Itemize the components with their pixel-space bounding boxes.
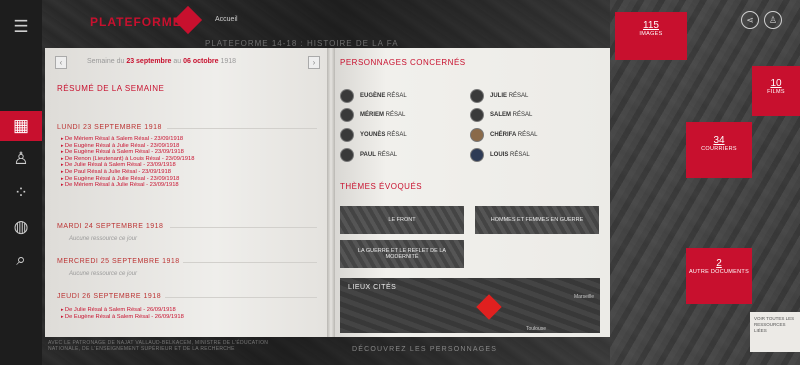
event-link[interactable]: De Julie Résal à Salem Résal - 26/09/191… — [61, 307, 184, 314]
day-title: LUNDI 23 SEPTEMBRE 1918 — [57, 124, 162, 131]
day-title: MARDI 24 SEPTEMBRE 1918 — [57, 223, 164, 230]
stat-courriers[interactable]: 34 COURRIERS — [686, 122, 752, 178]
search-icon[interactable]: ⌕ — [0, 245, 42, 275]
user-icon[interactable]: ♙ — [764, 11, 782, 29]
share-icon[interactable]: ⋖ — [741, 11, 759, 29]
divider — [167, 128, 317, 129]
week-navigator: ‹ Semaine du 23 septembre au 06 octobre … — [55, 56, 320, 70]
avatar — [470, 148, 484, 162]
divider — [183, 262, 317, 263]
divider — [165, 297, 317, 298]
stat-images[interactable]: 115 IMAGES — [615, 12, 687, 60]
menu-icon[interactable]: ☰ — [0, 12, 42, 42]
all-resources-link[interactable]: VOIR TOUTES LES RESSOURCES LIÉES — [750, 312, 800, 352]
avatar — [340, 128, 354, 142]
avatar — [340, 148, 354, 162]
week-start: 23 septembre — [126, 58, 172, 65]
theme-card-hommes-femmes[interactable]: HOMMES ET FEMMES EN GUERRE — [475, 206, 599, 234]
map-city-label: Marseille — [573, 294, 594, 300]
event-link[interactable]: De Mériem Résal à Salem Résal - 23/09/19… — [61, 136, 194, 143]
themes-title: THÈMES ÉVOQUÉS — [340, 182, 423, 191]
divider — [170, 227, 317, 228]
stat-autre-documents[interactable]: 2 AUTRE DOCUMENTS — [686, 248, 752, 304]
event-list: De Mériem Résal à Salem Résal - 23/09/19… — [61, 136, 195, 189]
person-louis[interactable]: LOUIS RÉSAL — [470, 147, 530, 163]
event-link[interactable]: De Eugène Résal à Julie Résal - 23/09/19… — [61, 143, 194, 150]
week-end: 06 octobre — [183, 58, 219, 65]
sidebar: ☰ ▦ ♙ ⁘ ◍ ⌕ — [0, 0, 42, 365]
week-range: Semaine du 23 septembre au 06 octobre 19… — [87, 58, 237, 65]
person-salem[interactable]: SALEM RÉSAL — [470, 107, 532, 123]
avatar — [340, 89, 354, 103]
book-left-page: ‹ Semaine du 23 septembre au 06 octobre … — [45, 48, 330, 337]
persons-title: PERSONNAGES CONCERNÉS — [340, 58, 466, 67]
brand-name[interactable]: PLATEFORME — [90, 15, 182, 29]
places-map[interactable]: LIEUX CITÉS Marseille Toulouse — [340, 278, 600, 333]
next-week-button[interactable]: › — [308, 56, 320, 69]
avatar — [470, 128, 484, 142]
avatar — [340, 108, 354, 122]
person-eugene[interactable]: EUGÈNE RÉSAL — [340, 88, 407, 104]
map-city-label: Toulouse — [526, 326, 547, 332]
prev-week-button[interactable]: ‹ — [55, 56, 67, 69]
event-link[interactable]: De Julie Résal à Salem Résal - 23/09/191… — [61, 162, 194, 169]
event-link[interactable]: De Eugène Résal à Salem Résal - 26/09/19… — [61, 314, 184, 321]
book-right-page: PERSONNAGES CONCERNÉS EUGÈNE RÉSAL JULIE… — [330, 48, 610, 337]
footer-patronage: AVEC LE PATRONAGE DE NAJAT VALLAUD-BELKA… — [48, 340, 269, 352]
theme-card-modernite[interactable]: LA GUERRE ET LE REFLET DE LA MODERNITÉ — [340, 240, 464, 268]
calendar-book: ‹ Semaine du 23 septembre au 06 octobre … — [45, 48, 610, 337]
day-title: MERCREDI 25 SEPTEMBRE 1918 — [57, 258, 180, 265]
people-icon[interactable]: ♙ — [0, 144, 42, 174]
stat-films[interactable]: 10 FILMS — [752, 66, 800, 116]
day-title: JEUDI 26 SEPTEMBRE 1918 — [57, 293, 162, 300]
event-link[interactable]: De Paul Résal à Julie Résal - 23/09/1918 — [61, 169, 194, 176]
no-resource-note: Aucune ressource ce jour — [69, 271, 138, 277]
person-julie[interactable]: JULIE RÉSAL — [470, 88, 528, 104]
book-spine — [327, 48, 335, 337]
logo-diamond-icon[interactable] — [173, 5, 203, 35]
places-title: LIEUX CITÉS — [348, 284, 397, 291]
event-link[interactable]: De Eugène Résal à Salem Résal - 23/09/19… — [61, 149, 194, 156]
dots-icon[interactable]: ⁘ — [0, 178, 42, 208]
summary-title: RÉSUMÉ DE LA SEMAINE — [57, 84, 165, 93]
event-list: De Julie Résal à Salem Résal - 26/09/191… — [61, 307, 184, 320]
person-paul[interactable]: PAUL RÉSAL — [340, 147, 397, 163]
nav-home-link[interactable]: Accueil — [215, 16, 238, 23]
no-resource-note: Aucune ressource ce jour — [69, 236, 138, 242]
theme-card-front[interactable]: LE FRONT — [340, 206, 464, 234]
person-cherifa[interactable]: CHÉRIFA RÉSAL — [470, 127, 537, 143]
person-younes[interactable]: YOUNÈS RÉSAL — [340, 127, 407, 143]
event-link[interactable]: De Mériem Résal à Julie Résal - 23/09/19… — [61, 182, 194, 189]
top-bar: PLATEFORME Accueil — [42, 0, 612, 44]
avatar — [470, 108, 484, 122]
map-marker-icon[interactable] — [476, 294, 502, 320]
faded-page-title: PLATEFORME 14-18 : HISTOIRE DE LA FA — [205, 39, 399, 48]
person-meriem[interactable]: MÉRIEM RÉSAL — [340, 107, 405, 123]
discover-persons-link[interactable]: DÉCOUVREZ LES PERSONNAGES — [352, 346, 497, 353]
event-link[interactable]: De Eugène Résal à Julie Résal - 23/09/19… — [61, 176, 194, 183]
calendar-icon[interactable]: ▦ — [0, 111, 42, 141]
event-link[interactable]: De Renon (Lieutenant) à Louis Résal - 23… — [61, 156, 195, 163]
globe-icon[interactable]: ◍ — [0, 212, 42, 242]
avatar — [470, 89, 484, 103]
